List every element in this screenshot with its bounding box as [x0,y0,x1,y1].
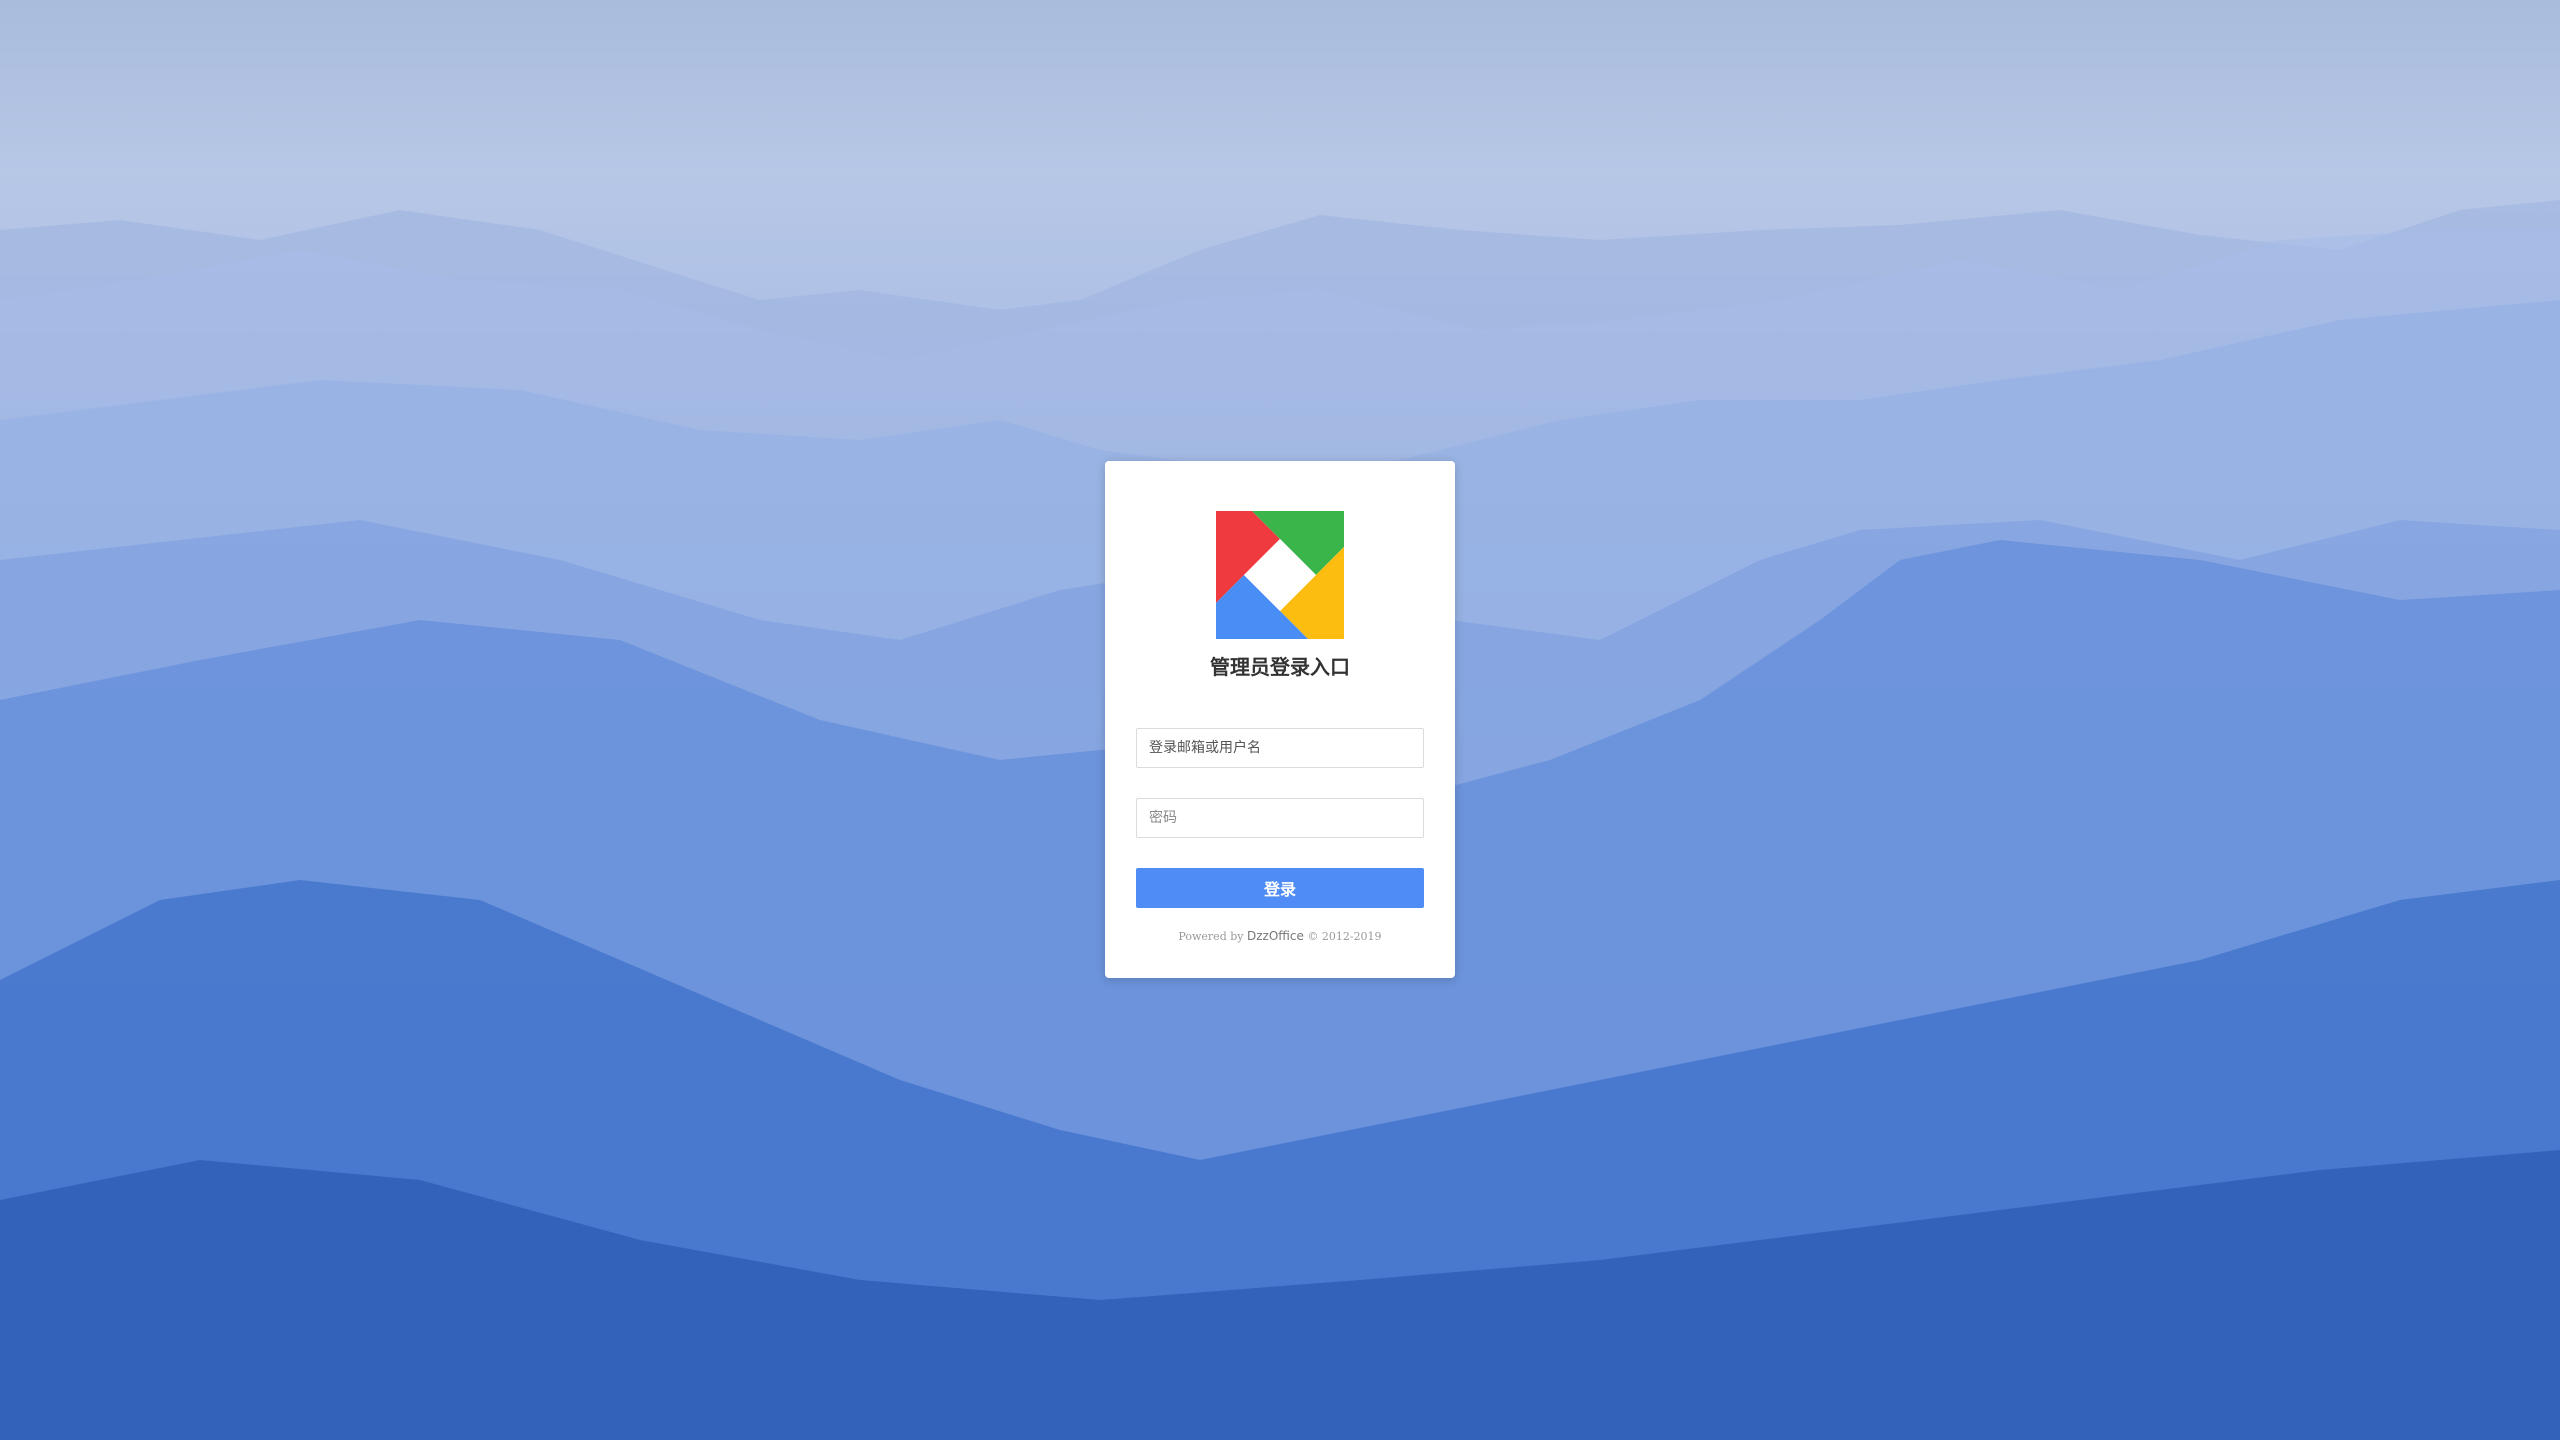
footer-prefix: Powered by [1178,930,1247,943]
password-input[interactable] [1136,798,1424,838]
username-input[interactable] [1136,728,1424,768]
footer-copyright: Powered by DzzOffice © 2012-2019 [1105,929,1455,943]
login-card: 管理员登录入口 登录 Powered by DzzOffice © 2012-2… [1105,461,1455,978]
login-button[interactable]: 登录 [1136,868,1424,908]
dzzoffice-logo-icon [1216,511,1344,639]
footer-suffix: © 2012-2019 [1303,930,1382,943]
footer-brand-link[interactable]: DzzOffice [1247,929,1304,943]
page-title: 管理员登录入口 [1210,655,1350,679]
